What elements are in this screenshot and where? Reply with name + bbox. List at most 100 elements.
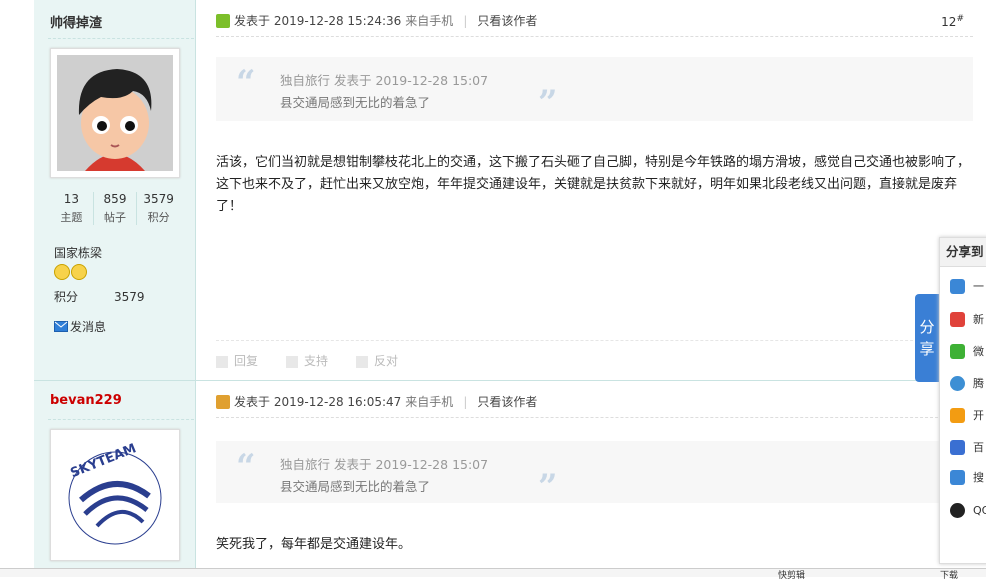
avatar[interactable] [50, 48, 180, 178]
score-label: 积分 [54, 290, 79, 304]
divider [48, 419, 194, 420]
quote-block: “ 独自旅行 发表于 2019-12-28 15:07 县交通局感到无比的着急了… [216, 441, 973, 507]
stat-value: 13 [63, 192, 79, 206]
avatar[interactable]: SKYTEAM [50, 429, 180, 561]
share-item-qq[interactable]: QQ [950, 503, 986, 518]
share-yi-icon [950, 278, 965, 294]
support-button[interactable]: 支持 [286, 352, 328, 369]
user-score: 积分 3579 [54, 288, 145, 305]
author-name[interactable]: bevan229 [50, 393, 122, 408]
stat-label: 积分 [147, 211, 170, 224]
separator: | [463, 13, 468, 28]
share-item-wechat[interactable]: 微 [950, 343, 984, 359]
share-item-label: 百 [973, 441, 984, 454]
support-label: 支持 [304, 354, 329, 368]
share-item-label: 开 [973, 409, 984, 422]
quote-block: “ 独自旅行 发表于 2019-12-28 15:07 县交通局感到无比的着急了… [216, 57, 973, 123]
divider [216, 340, 973, 341]
author-name[interactable]: 帅得掉渣 [50, 12, 102, 31]
post-source: 来自手机 [405, 14, 454, 28]
wechat-icon [950, 343, 965, 359]
stat-posts[interactable]: 859 帖子 [92, 192, 137, 225]
share-tab-label-1: 分 [919, 318, 935, 336]
share-item-kaixin[interactable]: 开 [950, 407, 984, 423]
plus-icon [950, 469, 965, 485]
thumb-up-icon [286, 355, 299, 368]
share-item-label: 搜 [973, 471, 984, 484]
send-message-label: 发消息 [70, 320, 107, 334]
posted-time: 2019-12-28 15:24:36 [273, 13, 402, 28]
separator: | [463, 394, 468, 409]
envelope-icon [54, 321, 68, 332]
send-message-link[interactable]: 发消息 [54, 318, 106, 335]
post-source: 来自手机 [405, 395, 454, 409]
post-12: 帅得掉渣 13 主题 859 帖子 3579 积分 国家栋梁 积分 3579 发… [0, 0, 986, 380]
online-status-icon [216, 13, 230, 28]
share-panel: 分享到 一 新 微 腾 开 百 搜 QQ [939, 237, 986, 564]
divider [216, 417, 973, 418]
share-item-yi[interactable]: 一 [950, 278, 984, 294]
post-content: 发表于 2019-12-28 16:05:47 来自手机 | 只看该作者 “ 独… [216, 381, 986, 576]
stat-points[interactable]: 3579 积分 [136, 192, 180, 225]
reply-button[interactable]: 回复 [216, 352, 258, 369]
share-item-more[interactable]: 搜 [950, 469, 984, 485]
quote-text: 县交通局感到无比的着急了 [280, 479, 431, 494]
weibo-icon [950, 311, 965, 327]
avatar-cartoon-image [57, 55, 173, 171]
offline-status-icon [216, 394, 230, 409]
floor-mark: # [956, 14, 964, 24]
divider [48, 38, 194, 39]
thumb-down-icon [356, 355, 369, 368]
open-quote-icon: “ [236, 447, 256, 487]
floor-value: 12 [941, 15, 957, 29]
divider [216, 36, 973, 37]
post-header: 发表于 2019-12-28 16:05:47 来自手机 | 只看该作者 [216, 393, 537, 410]
share-item-tencent[interactable]: 腾 [950, 375, 984, 391]
smiley-icon [71, 264, 87, 280]
download-link[interactable]: 下载 [940, 568, 958, 581]
post-13: bevan229 SKYTEAM 发表于 2019-12-28 16:05:47… [0, 381, 986, 576]
share-item-weibo[interactable]: 新 [950, 311, 984, 327]
reply-label: 回复 [234, 354, 259, 368]
score-value: 3579 [114, 290, 145, 304]
open-quote-icon: “ [236, 63, 256, 103]
posted-time: 2019-12-28 16:05:47 [273, 394, 402, 409]
smiley-icon [54, 264, 70, 280]
share-tab-button[interactable]: 分 享 [915, 294, 939, 382]
stat-topics[interactable]: 13 主题 [50, 192, 93, 225]
post-body: 活该，它们当初就是想钳制攀枝花北上的交通，这下搬了石头砸了自己脚，特别是今年铁路… [216, 155, 971, 214]
clip-tool-link[interactable]: 快剪辑 [778, 568, 805, 581]
quote-text: 县交通局感到无比的着急了 [280, 95, 431, 110]
user-rank[interactable]: 国家栋梁 [54, 244, 102, 261]
tencent-icon [950, 375, 965, 391]
close-quote-icon: ” [538, 467, 558, 507]
avatar-skyteam-logo: SKYTEAM [51, 430, 179, 560]
quote-meta: 独自旅行 发表于 2019-12-28 15:07 [280, 73, 489, 88]
baidu-icon [950, 439, 965, 455]
oppose-button[interactable]: 反对 [356, 352, 398, 369]
post-content: 发表于 2019-12-28 15:24:36 来自手机 | 只看该作者 12#… [216, 0, 986, 380]
share-item-baidu[interactable]: 百 [950, 439, 984, 455]
stat-label: 主题 [60, 211, 83, 224]
post-actions: 回复 支持 反对 [216, 352, 398, 369]
author-sidebar: 帅得掉渣 13 主题 859 帖子 3579 积分 国家栋梁 积分 3579 发… [34, 0, 196, 380]
share-item-label: 一 [973, 280, 984, 293]
close-quote-icon: ” [538, 83, 558, 123]
author-stats: 13 主题 859 帖子 3579 积分 [50, 192, 180, 225]
stat-label: 帖子 [104, 211, 126, 224]
floor-number[interactable]: 12# [941, 14, 964, 29]
share-tab-label-2: 享 [919, 340, 935, 358]
only-author-link[interactable]: 只看该作者 [477, 393, 537, 410]
oppose-label: 反对 [374, 354, 399, 368]
quote-meta: 独自旅行 发表于 2019-12-28 15:07 [280, 457, 489, 472]
stat-value: 859 [103, 192, 127, 206]
reply-icon [216, 355, 228, 368]
kaixin-icon [950, 407, 965, 423]
posted-label: 发表于 [234, 14, 271, 28]
share-item-label: 腾 [973, 377, 984, 390]
only-author-link[interactable]: 只看该作者 [477, 12, 537, 29]
post-body: 笑死我了，每年都是交通建设年。 [216, 537, 412, 552]
rank-smiley-icons [54, 264, 88, 283]
share-item-label: 新 [973, 313, 984, 326]
stat-value: 3579 [143, 192, 174, 206]
